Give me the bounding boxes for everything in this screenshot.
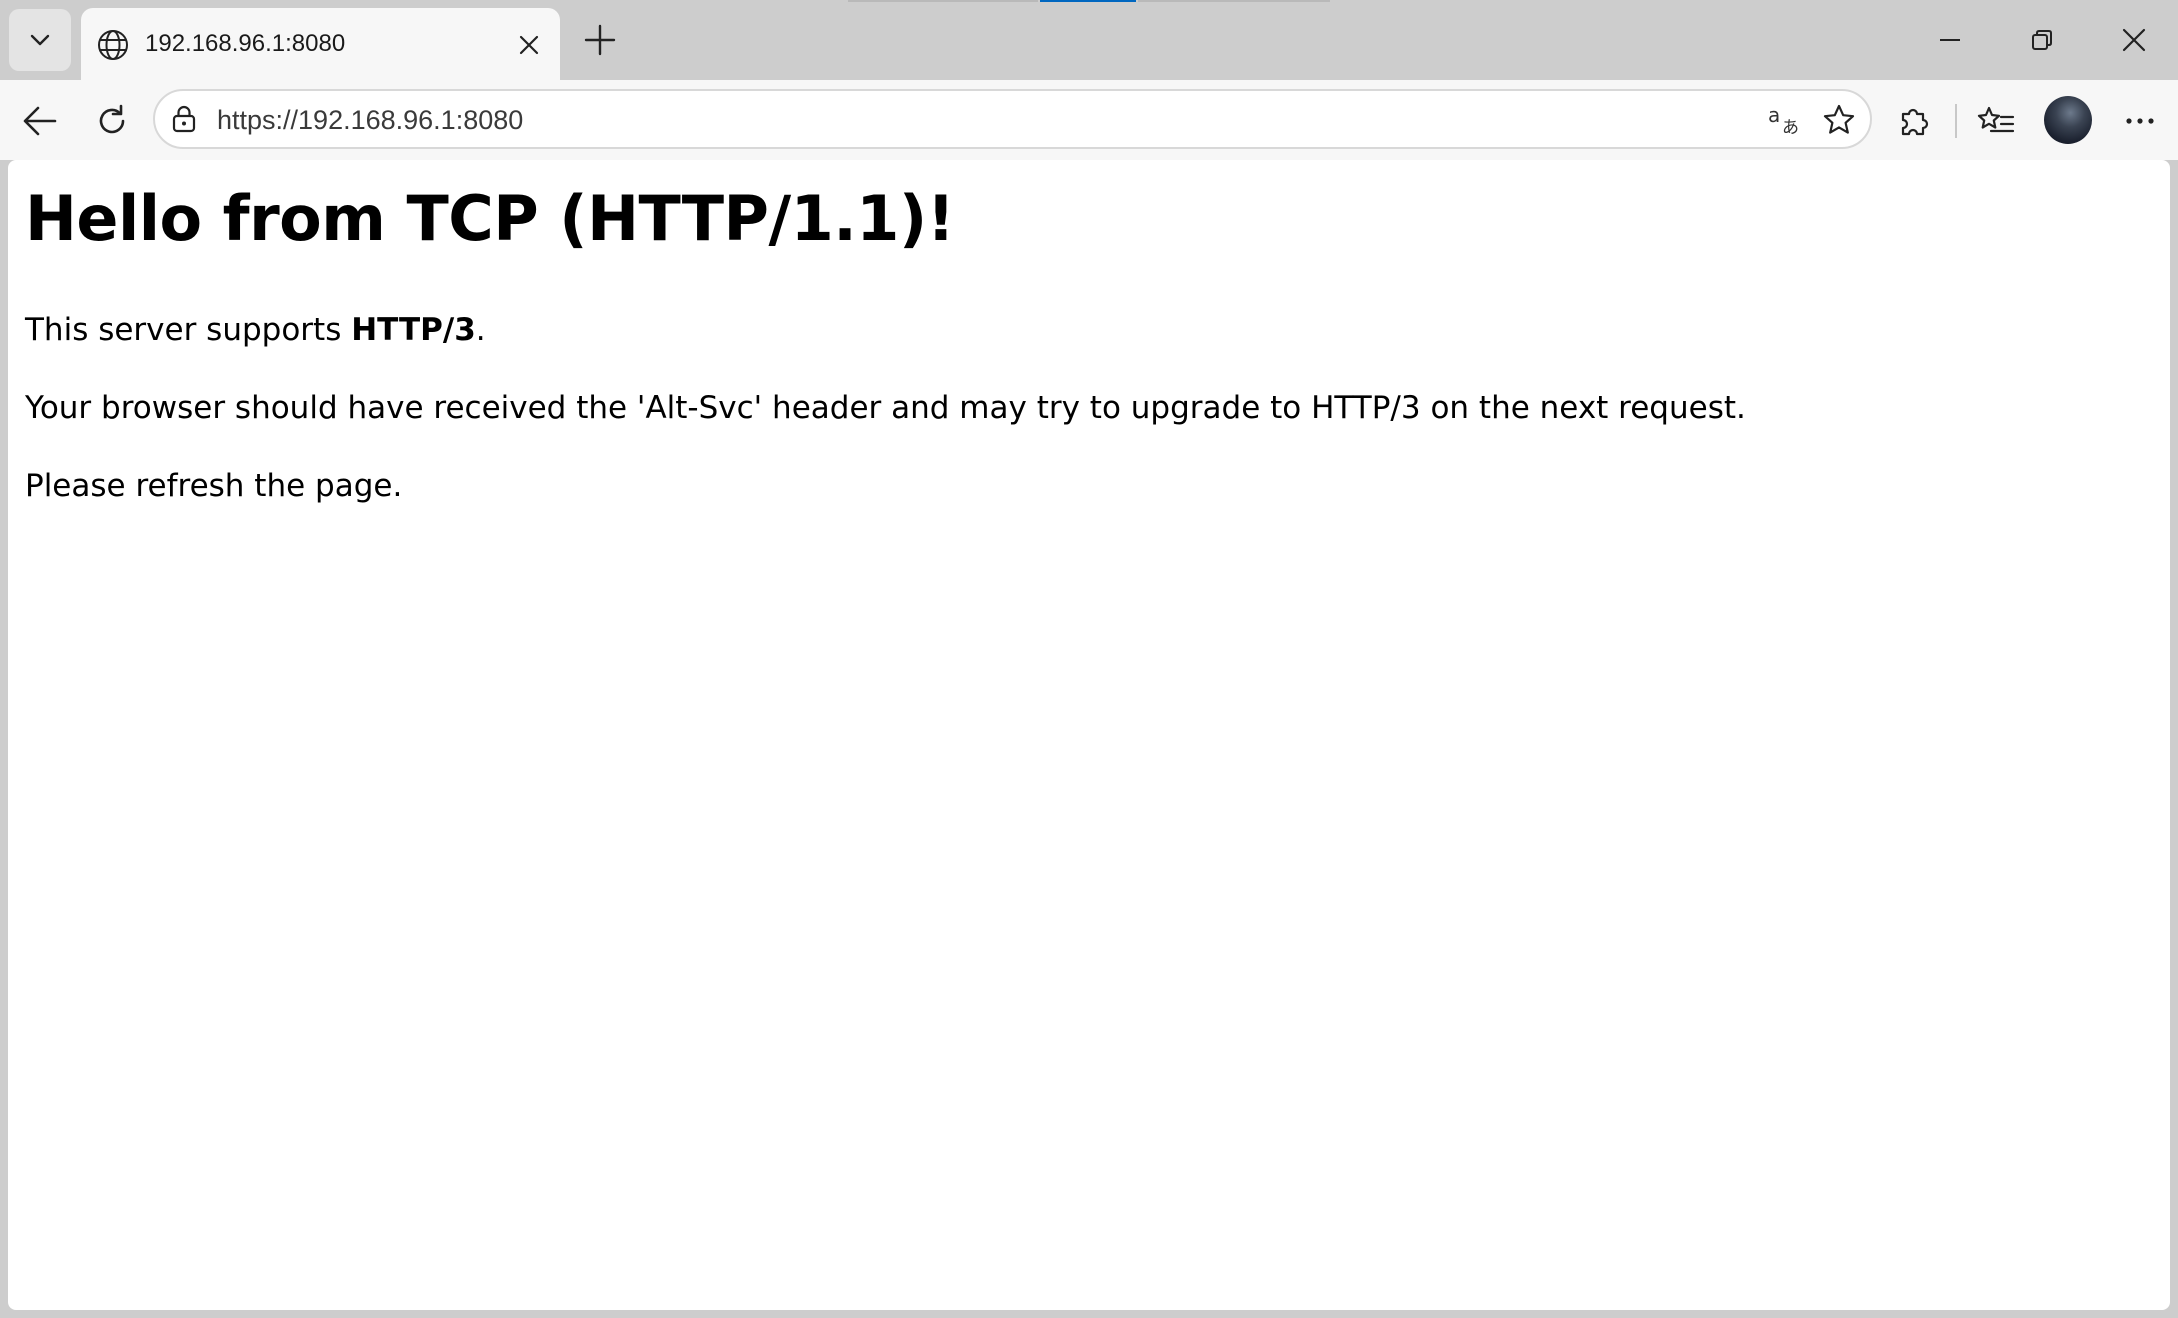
url-text[interactable]: https://192.168.96.1:8080 <box>217 105 1657 136</box>
refresh-icon <box>95 104 129 138</box>
tab-actions-button[interactable] <box>9 9 71 71</box>
paragraph-refresh: Please refresh the page. <box>25 468 403 504</box>
chevron-down-icon <box>27 27 53 53</box>
paragraph-http3-support: This server supports HTTP/3. <box>25 312 486 348</box>
lock-icon[interactable] <box>169 104 199 134</box>
page-heading: Hello from TCP (HTTP/1.1)! <box>25 182 955 255</box>
puzzle-icon <box>1897 104 1931 138</box>
more-icon <box>2125 116 2155 126</box>
paragraph-text: This server supports <box>25 312 352 348</box>
address-bar[interactable]: https://192.168.96.1:8080 a あ <box>153 89 1872 149</box>
tab-close-button[interactable] <box>512 28 546 62</box>
navigation-toolbar: https://192.168.96.1:8080 a あ <box>0 80 2178 160</box>
favorites-button[interactable] <box>1973 98 2019 144</box>
globe-icon <box>96 28 130 62</box>
minimize-icon <box>1938 28 1962 52</box>
restore-button[interactable] <box>2006 14 2078 66</box>
minimize-button[interactable] <box>1914 14 1986 66</box>
svg-text:あ: あ <box>1782 118 1799 138</box>
more-button[interactable] <box>2117 98 2163 144</box>
new-tab-button[interactable] <box>578 18 622 62</box>
paragraph-text: . <box>475 312 486 348</box>
top-accent-right <box>1138 0 1330 2</box>
tab-strip: 192.168.96.1:8080 <box>0 0 2178 80</box>
paragraph-alt-svc: Your browser should have received the 'A… <box>25 390 1746 426</box>
top-accent-active <box>1040 0 1136 2</box>
plus-icon <box>584 24 616 56</box>
close-icon <box>2121 27 2147 53</box>
refresh-button[interactable] <box>89 98 135 144</box>
close-window-button[interactable] <box>2098 14 2170 66</box>
avatar[interactable] <box>2044 96 2092 144</box>
protocol-name: HTTP/3 <box>351 312 476 348</box>
back-button[interactable] <box>17 98 63 144</box>
tab-title: 192.168.96.1:8080 <box>145 30 346 57</box>
restore-icon <box>2030 28 2054 52</box>
svg-text:a: a <box>1768 103 1780 127</box>
close-icon <box>518 34 540 56</box>
toolbar-divider <box>1955 104 1957 138</box>
top-accent-left <box>848 0 1038 2</box>
arrow-left-icon <box>22 103 58 139</box>
extensions-button[interactable] <box>1891 98 1937 144</box>
favorites-list-icon <box>1977 104 2015 138</box>
star-icon[interactable] <box>1820 101 1858 139</box>
tab-active[interactable]: 192.168.96.1:8080 <box>81 8 560 80</box>
page-viewport: Hello from TCP (HTTP/1.1)! This server s… <box>8 160 2170 1310</box>
translate-icon[interactable]: a あ <box>1766 101 1804 139</box>
